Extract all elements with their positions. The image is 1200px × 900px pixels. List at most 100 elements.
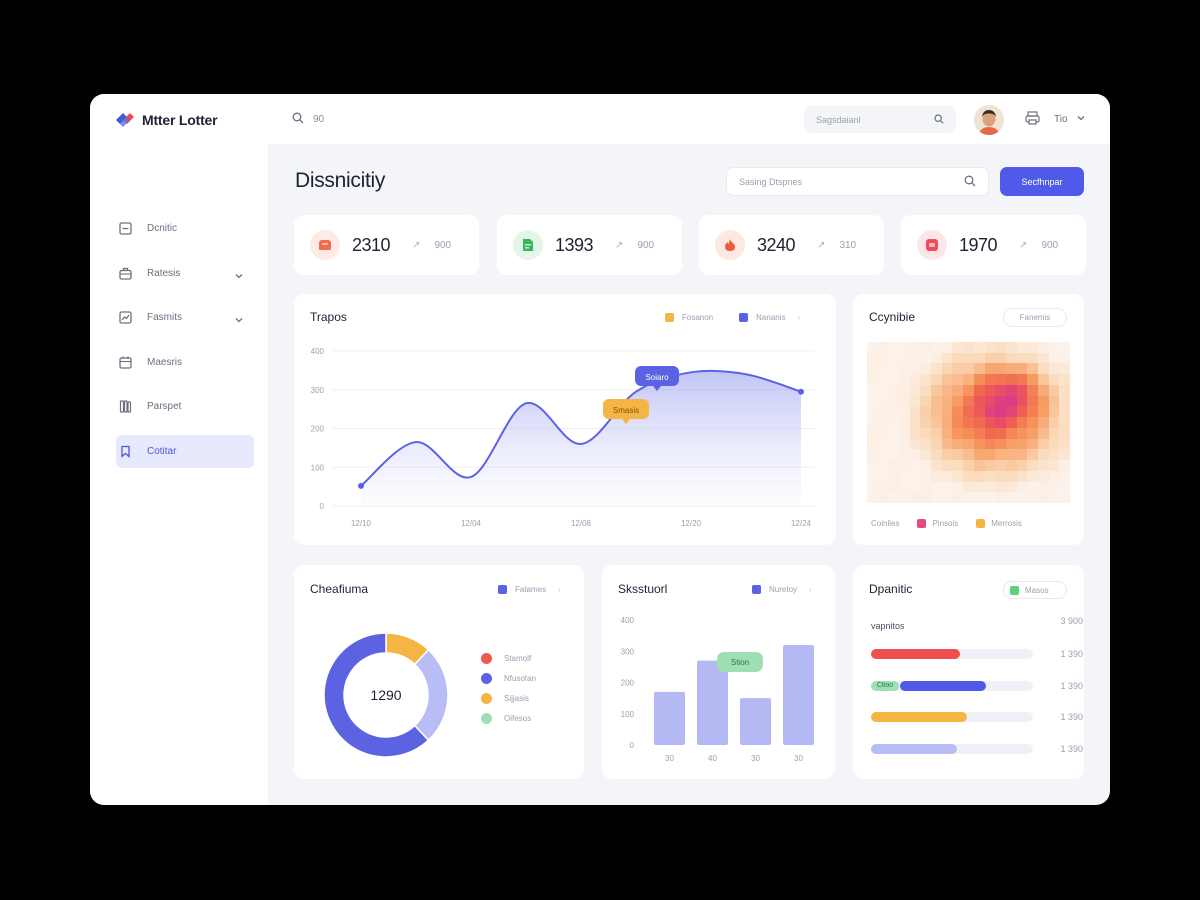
- heatmap-cell: [1048, 417, 1060, 429]
- heatmap-cell: [899, 470, 911, 483]
- heatmap-cell: [1005, 384, 1018, 397]
- heatmap-cell: [1027, 363, 1039, 375]
- sidebar-item-maesris[interactable]: Maesris: [116, 346, 254, 379]
- bar[interactable]: [697, 660, 728, 745]
- sidebar-item-parspet[interactable]: Parspet: [116, 390, 254, 423]
- sidebar-item-fasmits[interactable]: Fasmits: [116, 301, 254, 334]
- heatmap-cell: [899, 449, 911, 461]
- user-menu[interactable]: Tio: [1025, 111, 1086, 128]
- x-tick-label: 12/20: [681, 519, 702, 528]
- data-point[interactable]: [358, 482, 364, 489]
- progress-row[interactable]: 1 390: [871, 743, 1083, 754]
- bar[interactable]: [783, 645, 814, 745]
- top-search[interactable]: 90: [292, 112, 324, 127]
- heatmap-cell: [1016, 352, 1028, 364]
- progress-filter-pill[interactable]: Masos: [1003, 581, 1067, 599]
- app-logo[interactable]: Mtter Lotter: [116, 112, 218, 128]
- heatmap-cell: [931, 374, 943, 386]
- heatmap-cell: [1005, 492, 1018, 504]
- heatmap-cell: [1016, 492, 1028, 504]
- progress-row[interactable]: Ctioo 1 390: [871, 680, 1083, 691]
- dashboard-icon: [118, 222, 132, 236]
- chevron-down-icon[interactable]: [234, 312, 244, 330]
- main-search-placeholder: Sasing Dtspnes: [739, 176, 803, 187]
- progress-value: 1 390: [1060, 649, 1083, 659]
- heatmap-cell: [952, 470, 964, 483]
- sidebar-item-label: Ratesis: [147, 267, 181, 279]
- heatmap-cell: [1037, 406, 1050, 418]
- x-tick-label: 12/24: [791, 519, 812, 528]
- stat-sub: 900: [434, 239, 452, 251]
- stat-card[interactable]: 1393 ↗ 900: [497, 215, 682, 275]
- heatmap-cell: [877, 363, 889, 375]
- progress-fill: [871, 712, 967, 722]
- donut-title: Cheafiuma: [310, 582, 369, 596]
- trend-arrow-icon: ↗: [615, 239, 624, 251]
- chevron-down-icon[interactable]: [234, 268, 244, 286]
- top-search-field[interactable]: Sagsdaianl: [804, 106, 956, 133]
- data-point[interactable]: [798, 388, 804, 395]
- x-tick-label: 12/08: [571, 519, 592, 528]
- heatmap-cell: [963, 395, 975, 407]
- heatmap-cell: [909, 492, 921, 504]
- heatmap-cell: [920, 384, 932, 397]
- avatar[interactable]: [974, 105, 1004, 135]
- heatmap-cell: [920, 363, 932, 375]
- stat-card[interactable]: 2310 ↗ 900: [294, 215, 479, 275]
- sidebar-item-cotitar[interactable]: Cotitar: [116, 434, 254, 468]
- heatmap-cell: [877, 492, 889, 504]
- heatmap-cell: [1005, 481, 1018, 493]
- progress-card: Dpanitic Masos vapnitos 3 900 1 390 Ctioo…: [853, 565, 1084, 779]
- heatmap-cell: [888, 352, 900, 364]
- heatmap-title: Ccynibie: [869, 310, 916, 324]
- heatmap-cell: [867, 460, 879, 472]
- primary-action-button[interactable]: Secfhnpar: [1000, 167, 1084, 196]
- progress-row[interactable]: 1 390: [871, 649, 1083, 659]
- heatmap-cell: [941, 438, 953, 450]
- sidebar-item-dcnitic[interactable]: Dcnitic: [116, 212, 254, 245]
- heatmap-cell: [899, 417, 911, 429]
- heatmap-cell: [1027, 342, 1039, 354]
- heatmap-cell: [1005, 352, 1018, 364]
- sidebar-nav: Dcnitic Ratesis Fasmits Maesris Parspet …: [116, 212, 254, 479]
- heatmap-cell: [1005, 374, 1018, 386]
- progress-row[interactable]: 1 390: [871, 712, 1083, 722]
- heatmap-cell: [995, 395, 1007, 407]
- main-search-input[interactable]: Sasing Dtspnes: [726, 167, 989, 196]
- heatmap-cell: [1016, 427, 1028, 440]
- heatmap-cell: [1059, 449, 1071, 461]
- heatmap-cell: [920, 470, 932, 483]
- heatmap-cell: [963, 384, 975, 397]
- bar[interactable]: [654, 691, 685, 745]
- sidebar-item-ratesis[interactable]: Ratesis: [116, 257, 254, 290]
- heatmap-grid: [867, 342, 1071, 504]
- search-icon: [964, 175, 976, 189]
- heatmap-cell: [899, 406, 911, 418]
- heatmap-filter-pill[interactable]: Fanemis: [1003, 308, 1067, 327]
- heatmap-cell: [1059, 352, 1071, 364]
- heatmap-cell: [867, 406, 879, 418]
- chevron-right-icon[interactable]: ›: [558, 585, 561, 594]
- heatmap-cell: [973, 342, 985, 354]
- legend-item: Stamolf: [481, 653, 571, 664]
- heatmap-cell: [920, 438, 932, 450]
- heatmap-cell: [1027, 460, 1039, 472]
- heatmap-cell: [888, 470, 900, 483]
- heatmap-cell: [909, 406, 921, 418]
- stat-card[interactable]: 3240 ↗ 310: [699, 215, 884, 275]
- heatmap-cell: [963, 470, 975, 483]
- heatmap-cell: [984, 417, 996, 429]
- bar[interactable]: [740, 698, 771, 745]
- heatmap-cell: [909, 449, 921, 461]
- pie-slice[interactable]: [413, 648, 449, 742]
- heatmap-cell: [909, 470, 921, 483]
- heatmap-cell: [1027, 374, 1039, 386]
- heatmap-cell: [877, 460, 889, 472]
- heatmap-cell: [888, 374, 900, 386]
- heatmap-cell: [963, 406, 975, 418]
- heatmap-cell: [1037, 492, 1050, 504]
- progress-track: Ctioo: [871, 680, 1033, 691]
- heatmap-cell: [1005, 460, 1018, 472]
- heatmap-cell: [877, 352, 889, 364]
- stat-card[interactable]: 1970 ↗ 900: [901, 215, 1086, 275]
